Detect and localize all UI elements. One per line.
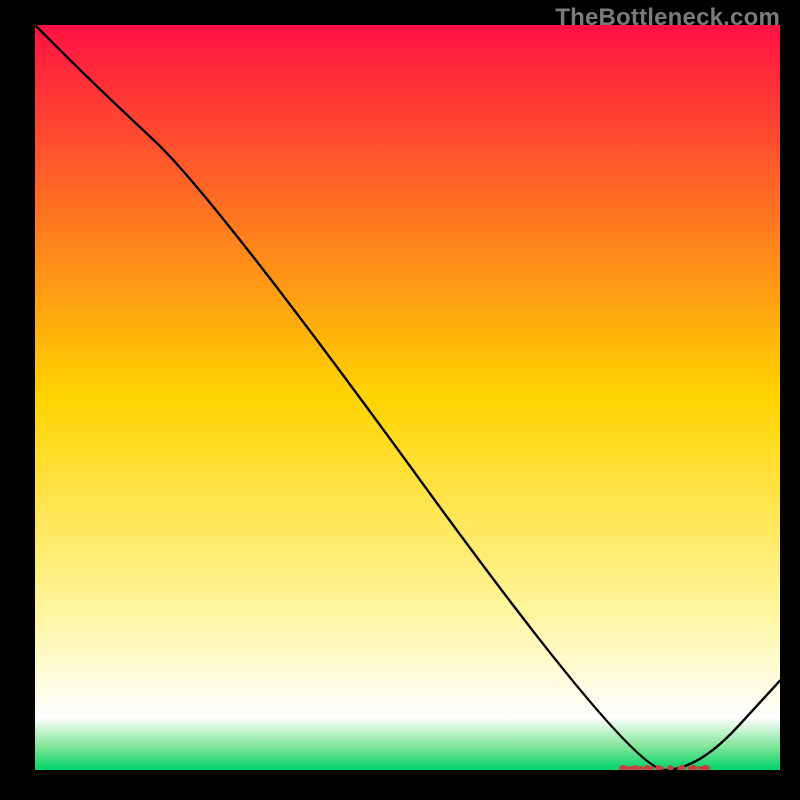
chart-svg <box>35 25 780 770</box>
chart-frame: TheBottleneck.com <box>0 0 800 800</box>
plot-area <box>35 25 780 770</box>
gradient-background <box>35 25 780 770</box>
